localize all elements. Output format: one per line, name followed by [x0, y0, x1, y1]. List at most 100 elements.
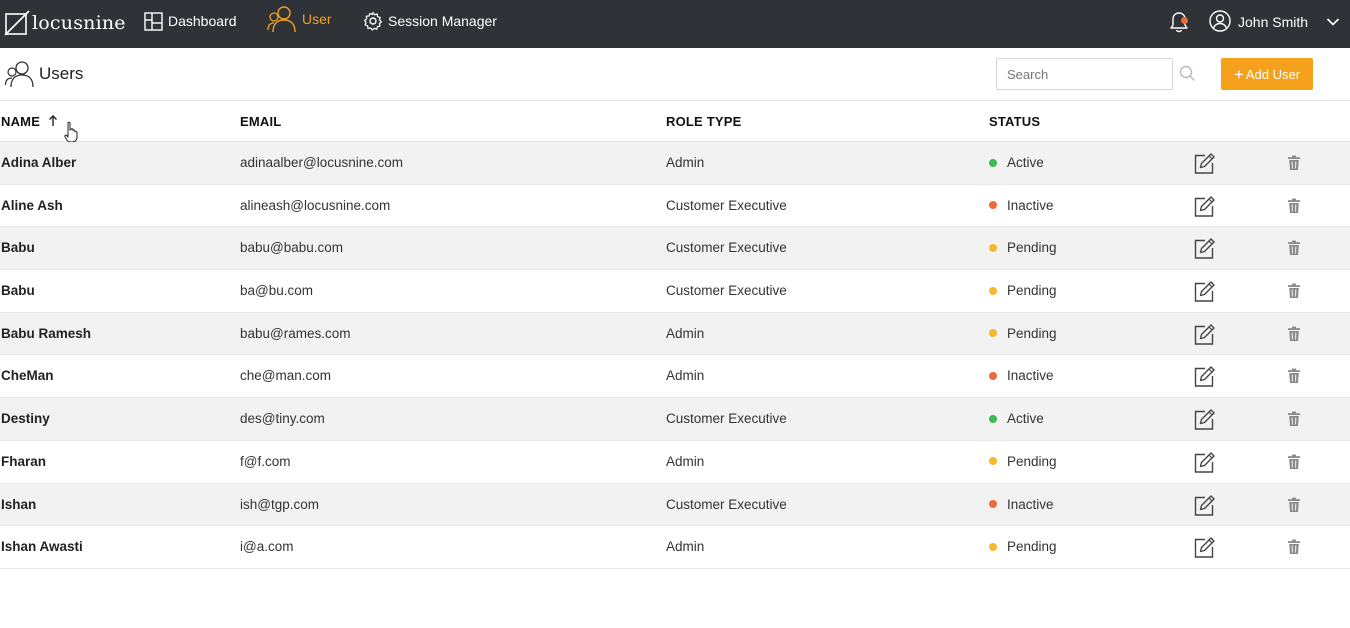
user-email: babu@babu.com [240, 240, 344, 256]
table-row[interactable]: Destiny des@tiny.com Customer Executive Act… [0, 398, 1350, 441]
trash-icon[interactable] [1287, 240, 1301, 261]
plus-icon: + [1233, 64, 1244, 84]
top-nav-bar: locusnine Dashboard User Session Manager… [0, 0, 1350, 48]
user-role: Admin [666, 368, 705, 384]
trash-icon[interactable] [1287, 497, 1301, 518]
nav-dashboard[interactable]: Dashboard [144, 8, 237, 34]
edit-icon[interactable] [1192, 323, 1216, 352]
notification-button[interactable] [1168, 10, 1190, 34]
status-dot-icon [989, 542, 997, 551]
user-status: Pending [989, 283, 1057, 298]
dashboard-icon [144, 11, 163, 31]
status-dot-icon [989, 457, 997, 466]
table-row[interactable]: Ishan ish@tgp.com Customer Executive Inacti… [0, 483, 1350, 527]
status-dot-icon [989, 286, 997, 295]
user-name: Babu Ramesh [1, 325, 92, 341]
user-status-label: Pending [1007, 453, 1057, 469]
trash-icon[interactable] [1287, 326, 1301, 347]
table-row[interactable]: CheMan che@man.com Admin Inactive [0, 355, 1350, 399]
user-status-label: Active [1007, 155, 1044, 170]
user-status: Pending [989, 326, 1057, 341]
user-status-label: Inactive [1007, 496, 1054, 512]
table-row[interactable]: Fharan f@f.com Admin Pending [0, 440, 1350, 484]
user-email: babu@rames.com [240, 325, 351, 341]
user-status-label: Inactive [1007, 368, 1054, 384]
edit-icon[interactable] [1192, 237, 1216, 266]
edit-icon[interactable] [1192, 195, 1216, 224]
user-name: Fharan [1, 453, 47, 469]
edit-icon[interactable] [1192, 494, 1216, 523]
edit-icon[interactable] [1192, 536, 1216, 565]
user-status: Active [989, 155, 1044, 170]
table-body: Adina Alber adinaalber@locusnine.com Admin… [0, 142, 1350, 569]
page-header: Users + Add User [0, 48, 1350, 101]
table-row[interactable]: Ishan Awasti i@a.com Admin Pending [0, 526, 1350, 569]
column-header-status[interactable]: STATUS [989, 114, 1040, 129]
user-name: Aline Ash [1, 197, 63, 213]
edit-icon[interactable] [1192, 365, 1216, 394]
table-row[interactable]: Adina Alber adinaalber@locusnine.com Admin… [0, 142, 1350, 185]
notification-dot [1181, 17, 1188, 24]
user-email: alineash@locusnine.com [240, 197, 391, 213]
user-status-label: Pending [1007, 539, 1057, 555]
sort-ascending-icon[interactable] [48, 114, 58, 133]
search-icon[interactable] [1179, 65, 1196, 87]
trash-icon[interactable] [1287, 454, 1301, 475]
chevron-down-icon[interactable] [1326, 14, 1340, 32]
user-name: Ishan [1, 496, 37, 512]
add-user-button[interactable]: + Add User [1221, 58, 1313, 90]
nav-session-manager-label: Session Manager [388, 13, 497, 29]
nav-user[interactable]: User [267, 5, 332, 33]
user-role: Admin [666, 539, 705, 555]
user-role: Customer Executive [666, 240, 787, 256]
brand-logo[interactable]: locusnine [4, 8, 126, 38]
edit-icon[interactable] [1192, 408, 1216, 437]
user-role: Admin [666, 155, 705, 170]
user-status-label: Pending [1007, 283, 1057, 299]
user-name: Babu [1, 240, 35, 256]
bell-icon [1168, 12, 1190, 38]
nav-user-label: User [302, 11, 332, 27]
brand-name: locusnine [32, 12, 126, 34]
user-icon [267, 5, 297, 33]
search-input[interactable] [996, 58, 1173, 90]
edit-icon[interactable] [1192, 451, 1216, 480]
user-email: adinaalber@locusnine.com [240, 155, 404, 170]
trash-icon[interactable] [1287, 368, 1301, 389]
logo-mark-icon [4, 10, 30, 36]
account-menu[interactable]: John Smith [1209, 9, 1308, 35]
status-dot-icon [989, 329, 997, 338]
column-header-name[interactable]: NAME [1, 114, 40, 129]
trash-icon[interactable] [1287, 155, 1301, 176]
user-name: Ishan Awasti [1, 539, 83, 555]
user-status: Pending [989, 240, 1057, 255]
user-status: Pending [989, 539, 1057, 554]
page-title: Users [4, 60, 83, 88]
user-email: ish@tgp.com [240, 496, 319, 512]
user-role: Admin [666, 325, 705, 341]
edit-icon[interactable] [1192, 152, 1216, 181]
user-role: Customer Executive [666, 496, 787, 512]
column-header-email[interactable]: EMAIL [240, 114, 281, 129]
trash-icon[interactable] [1287, 539, 1301, 560]
user-status: Active [989, 411, 1044, 426]
user-email: i@a.com [240, 539, 294, 555]
trash-icon[interactable] [1287, 198, 1301, 219]
status-dot-icon [989, 414, 997, 423]
user-status: Inactive [989, 368, 1054, 383]
user-status-label: Active [1007, 411, 1044, 427]
trash-icon[interactable] [1287, 283, 1301, 304]
table-row[interactable]: Babu babu@babu.com Customer Executive Pendi… [0, 227, 1350, 271]
column-header-role[interactable]: ROLE TYPE [666, 114, 741, 129]
nav-session-manager[interactable]: Session Manager [363, 8, 497, 34]
edit-icon[interactable] [1192, 280, 1216, 309]
trash-icon[interactable] [1287, 411, 1301, 432]
user-role: Admin [666, 453, 705, 469]
table-row[interactable]: Babu ba@bu.com Customer Executive Pending [0, 270, 1350, 313]
user-role: Customer Executive [666, 197, 787, 213]
table-row[interactable]: Aline Ash alineash@locusnine.com Customer … [0, 184, 1350, 228]
user-name: Babu [1, 283, 35, 299]
table-row[interactable]: Babu Ramesh babu@rames.com Admin Pending [0, 312, 1350, 356]
users-icon [4, 60, 34, 88]
account-avatar-icon [1209, 9, 1231, 35]
